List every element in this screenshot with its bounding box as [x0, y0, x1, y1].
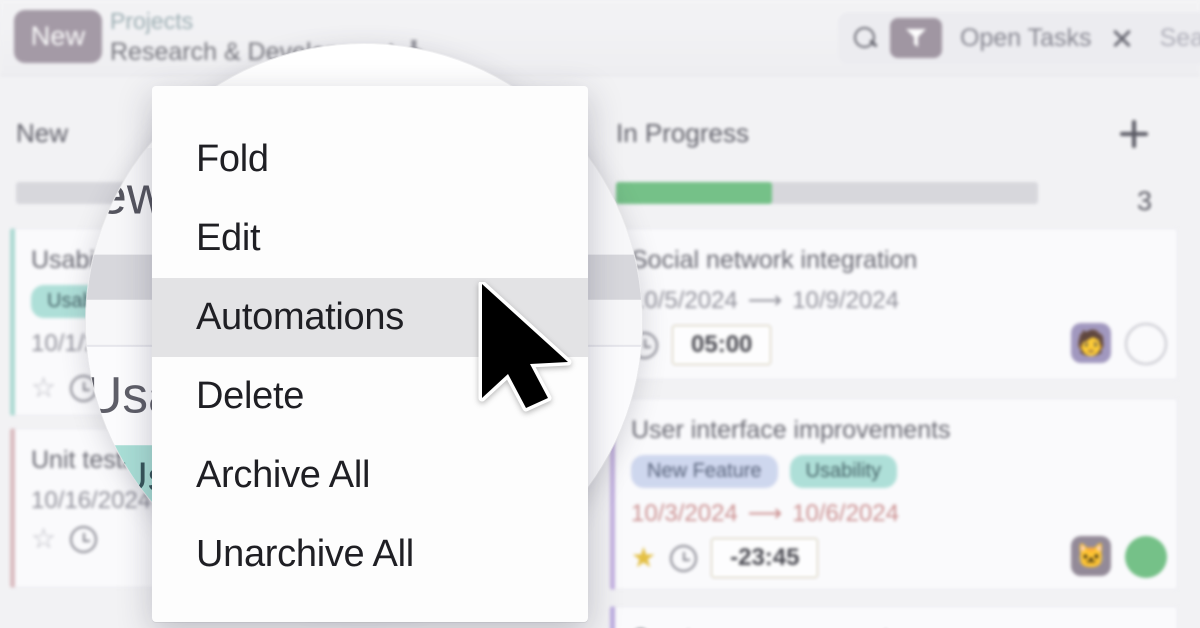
column-count: 3	[1136, 186, 1152, 216]
search-bar[interactable]: Open Tasks Search	[838, 12, 1200, 64]
avatar[interactable]: 🧑	[1071, 323, 1111, 363]
column-progress	[616, 182, 1038, 204]
favorite-star-icon[interactable]: ☆	[31, 374, 56, 402]
column-title: In Progress	[616, 118, 749, 148]
menu-item-label: Delete	[196, 375, 305, 417]
plus-icon[interactable]	[1120, 120, 1148, 148]
menu-item-label: Automations	[196, 296, 404, 338]
tag[interactable]: Usability	[789, 455, 898, 488]
card-date-start: 10/5/2024	[631, 287, 738, 314]
task-card[interactable]: Create new components	[610, 606, 1178, 628]
arrow-icon: ⟶	[747, 500, 783, 527]
menu-item-archive-all[interactable]: Archive All	[152, 436, 588, 515]
close-icon[interactable]	[1110, 26, 1134, 50]
card-tags: New Feature Usability	[615, 445, 1177, 488]
card-meta: ★ -23:45 🐱	[615, 528, 1177, 578]
menu-item-label: Edit	[196, 217, 261, 259]
menu-item-label: Archive All	[196, 454, 371, 496]
status-badge[interactable]	[1125, 536, 1167, 578]
task-card[interactable]: User interface improvements New Feature …	[610, 398, 1178, 590]
card-meta: 05:00 🧑	[615, 315, 1177, 365]
card-title: Social network integration	[631, 246, 918, 274]
funnel-icon	[906, 29, 926, 47]
new-button-label: New	[30, 21, 86, 51]
filter-button[interactable]	[890, 18, 942, 58]
card-time[interactable]: 05:00	[672, 325, 772, 365]
card-title: User interface improvements	[631, 416, 951, 444]
card-dates: 10/3/2024 ⟶ 10/6/2024	[615, 488, 1177, 528]
search-input[interactable]: Search	[1160, 24, 1200, 53]
status-badge[interactable]	[1125, 323, 1167, 365]
card-date-end: 10/9/2024	[792, 287, 899, 314]
menu-item-fold[interactable]: Fold	[152, 120, 588, 199]
favorite-star-icon[interactable]: ☆	[31, 525, 56, 553]
board-column-in-progress: In Progress 3 Social network integration…	[600, 76, 1200, 628]
avatar[interactable]: 🐱	[1071, 536, 1111, 576]
card-date-start: 10/3/2024	[631, 500, 738, 527]
arrow-cursor	[478, 282, 572, 412]
filter-chip-label: Open Tasks	[960, 23, 1092, 52]
card-title: Create new components	[615, 607, 1177, 628]
arrow-icon: ⟶	[747, 287, 783, 314]
search-icon[interactable]	[852, 25, 878, 51]
task-card[interactable]: Social network integration 10/5/2024 ⟶ 10/…	[610, 228, 1178, 380]
breadcrumb-parent[interactable]: Projects	[110, 6, 423, 36]
card-dates: 10/5/2024 ⟶ 10/9/2024	[615, 275, 1177, 315]
menu-item-label: Unarchive All	[196, 533, 414, 575]
card-time[interactable]: -23:45	[711, 538, 819, 578]
card-date-end: 10/6/2024	[792, 500, 899, 527]
tag[interactable]: New Feature	[631, 455, 778, 488]
screenshot-root: New Projects Research & Development Open…	[0, 0, 1200, 628]
menu-item-unarchive-all[interactable]: Unarchive All	[152, 515, 588, 594]
menu-item-label: Fold	[196, 138, 269, 180]
clock-icon	[670, 544, 698, 572]
menu-item-edit[interactable]: Edit	[152, 199, 588, 278]
